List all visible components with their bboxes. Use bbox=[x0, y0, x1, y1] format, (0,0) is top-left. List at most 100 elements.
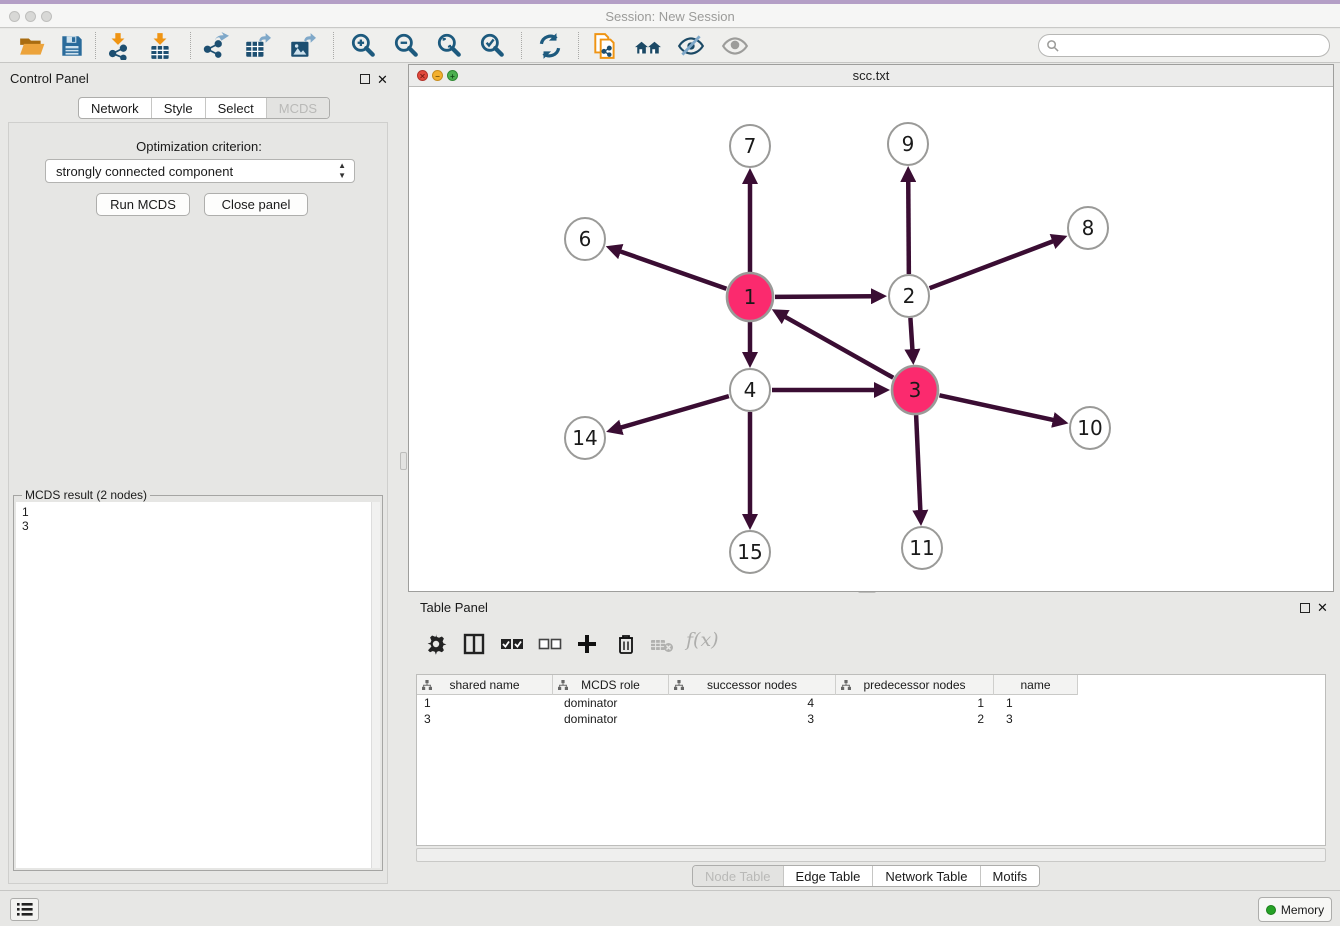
column-header-predecessor-nodes[interactable]: predecessor nodes bbox=[836, 675, 994, 695]
table-cell[interactable]: 1 bbox=[836, 696, 994, 712]
table-body: 1dominator4113dominator323 bbox=[417, 696, 1325, 728]
control-panel-float-button[interactable] bbox=[360, 74, 370, 84]
graph-edge-2-3[interactable] bbox=[910, 318, 912, 351]
tab-motifs[interactable]: Motifs bbox=[980, 866, 1040, 886]
graph-edge-3-10[interactable] bbox=[939, 395, 1054, 420]
graph-edge-3-11[interactable] bbox=[916, 415, 920, 512]
close-panel-button[interactable]: Close panel bbox=[204, 193, 308, 216]
import-network-icon[interactable] bbox=[104, 32, 132, 60]
tab-select[interactable]: Select bbox=[205, 98, 266, 118]
table-settings-gear-icon[interactable] bbox=[424, 632, 450, 658]
graph-node-label: 7 bbox=[744, 134, 757, 158]
criterion-dropdown[interactable]: strongly connected component ▲▼ bbox=[45, 159, 355, 183]
table-panel-close-button[interactable]: ✕ bbox=[1317, 602, 1328, 614]
table-cell[interactable]: 2 bbox=[836, 712, 994, 728]
graph-edge-3-1[interactable] bbox=[784, 316, 893, 378]
tab-node-table[interactable]: Node Table bbox=[693, 866, 783, 886]
column-type-icon bbox=[422, 680, 432, 690]
show-columns-icon[interactable] bbox=[462, 632, 488, 658]
memory-button[interactable]: Memory bbox=[1258, 897, 1332, 922]
mcds-result-group: MCDS result (2 nodes) 1 3 bbox=[13, 495, 383, 871]
tab-network-table[interactable]: Network Table bbox=[872, 866, 979, 886]
tab-mcds[interactable]: MCDS bbox=[266, 98, 329, 118]
table-header-row: shared name MCDS role successor nodes pr… bbox=[417, 675, 1078, 695]
table-cell[interactable]: dominator bbox=[553, 712, 669, 728]
session-title: Session: New Session bbox=[0, 9, 1340, 24]
select-all-icon[interactable] bbox=[500, 632, 526, 658]
dropdown-stepper-icon: ▲▼ bbox=[338, 161, 346, 181]
graph-node-label: 6 bbox=[579, 227, 592, 251]
main-toolbar bbox=[0, 29, 1340, 63]
graph-edge-2-8[interactable] bbox=[930, 241, 1055, 288]
table-panel-title: Table Panel bbox=[420, 600, 488, 615]
delete-column-trash-icon[interactable] bbox=[614, 632, 640, 658]
zoom-fit-icon[interactable] bbox=[435, 32, 463, 60]
graph-edge-2-9[interactable] bbox=[908, 180, 909, 274]
control-panel-title: Control Panel bbox=[10, 71, 89, 86]
graph-node-label: 9 bbox=[902, 132, 915, 156]
column-header-successor-nodes[interactable]: successor nodes bbox=[669, 675, 836, 695]
column-header-name[interactable]: name bbox=[994, 675, 1078, 695]
zoom-in-icon[interactable] bbox=[349, 32, 377, 60]
control-panel-close-button[interactable]: ✕ bbox=[377, 74, 388, 86]
graph-node-label: 4 bbox=[744, 378, 757, 402]
table-cell[interactable]: 3 bbox=[669, 712, 836, 728]
search-icon bbox=[1046, 39, 1059, 52]
clone-network-icon[interactable] bbox=[591, 32, 619, 60]
table-panel-float-button[interactable] bbox=[1300, 603, 1310, 613]
search-field bbox=[1038, 34, 1330, 57]
graph-edge-1-6[interactable] bbox=[619, 251, 726, 289]
vertical-splitter-handle[interactable] bbox=[400, 452, 407, 470]
table-cell[interactable]: 1 bbox=[417, 696, 553, 712]
table-cell[interactable]: 4 bbox=[669, 696, 836, 712]
criterion-value: strongly connected component bbox=[56, 164, 233, 179]
tab-style[interactable]: Style bbox=[151, 98, 205, 118]
table-row[interactable]: 3dominator323 bbox=[417, 712, 1325, 728]
table-panel-tabs: Node Table Edge Table Network Table Moti… bbox=[692, 865, 1040, 887]
column-type-icon bbox=[674, 680, 684, 690]
memory-status-icon bbox=[1266, 905, 1276, 915]
table-cell[interactable]: 1 bbox=[994, 696, 1078, 712]
result-scrollbar[interactable] bbox=[371, 502, 380, 868]
zoom-out-icon[interactable] bbox=[392, 32, 420, 60]
tab-edge-table[interactable]: Edge Table bbox=[783, 866, 873, 886]
application-window: Session: New Session bbox=[0, 0, 1340, 926]
column-header-mcds-role[interactable]: MCDS role bbox=[553, 675, 669, 695]
graph-node-label: 10 bbox=[1077, 416, 1102, 440]
export-table-icon[interactable] bbox=[243, 32, 271, 60]
graph-node-label: 11 bbox=[909, 536, 934, 560]
graph-node-label: 2 bbox=[903, 284, 916, 308]
create-column-icon[interactable] bbox=[575, 632, 601, 658]
graph-edge-1-2[interactable] bbox=[775, 296, 873, 297]
table-horizontal-scrollbar[interactable] bbox=[416, 848, 1326, 862]
refresh-view-icon[interactable] bbox=[536, 32, 564, 60]
hide-graphics-icon[interactable] bbox=[677, 32, 705, 60]
import-table-icon[interactable] bbox=[146, 32, 174, 60]
graph-node-label: 8 bbox=[1082, 216, 1095, 240]
graph-edge-4-14[interactable] bbox=[620, 396, 729, 428]
save-session-icon[interactable] bbox=[58, 32, 86, 60]
network-canvas[interactable]: 1234678910111415 bbox=[409, 87, 1333, 591]
export-image-icon[interactable] bbox=[288, 32, 316, 60]
table-cell[interactable]: 3 bbox=[417, 712, 553, 728]
show-graphics-icon[interactable] bbox=[721, 32, 749, 60]
zoom-selected-icon[interactable] bbox=[478, 32, 506, 60]
table-row[interactable]: 1dominator411 bbox=[417, 696, 1325, 712]
run-mcds-button[interactable]: Run MCDS bbox=[96, 193, 190, 216]
task-history-button[interactable] bbox=[10, 898, 39, 921]
birdseye-view-icon[interactable] bbox=[634, 32, 662, 60]
open-session-icon[interactable] bbox=[18, 32, 46, 60]
mcds-panel: Optimization criterion: strongly connect… bbox=[8, 122, 388, 884]
tab-network[interactable]: Network bbox=[79, 98, 151, 118]
network-window-titlebar[interactable]: ✕ − + scc.txt bbox=[409, 65, 1333, 87]
column-header-shared-name[interactable]: shared name bbox=[417, 675, 553, 695]
optimization-criterion-label: Optimization criterion: bbox=[9, 139, 389, 154]
result-line: 3 bbox=[22, 519, 380, 533]
export-network-icon[interactable] bbox=[201, 32, 229, 60]
search-input[interactable] bbox=[1059, 38, 1329, 54]
table-cell[interactable]: dominator bbox=[553, 696, 669, 712]
deselect-all-icon[interactable] bbox=[538, 632, 564, 658]
table-cell[interactable]: 3 bbox=[994, 712, 1078, 728]
mcds-result-textarea[interactable]: 1 3 bbox=[16, 502, 380, 868]
graph-node-label: 15 bbox=[737, 540, 762, 564]
